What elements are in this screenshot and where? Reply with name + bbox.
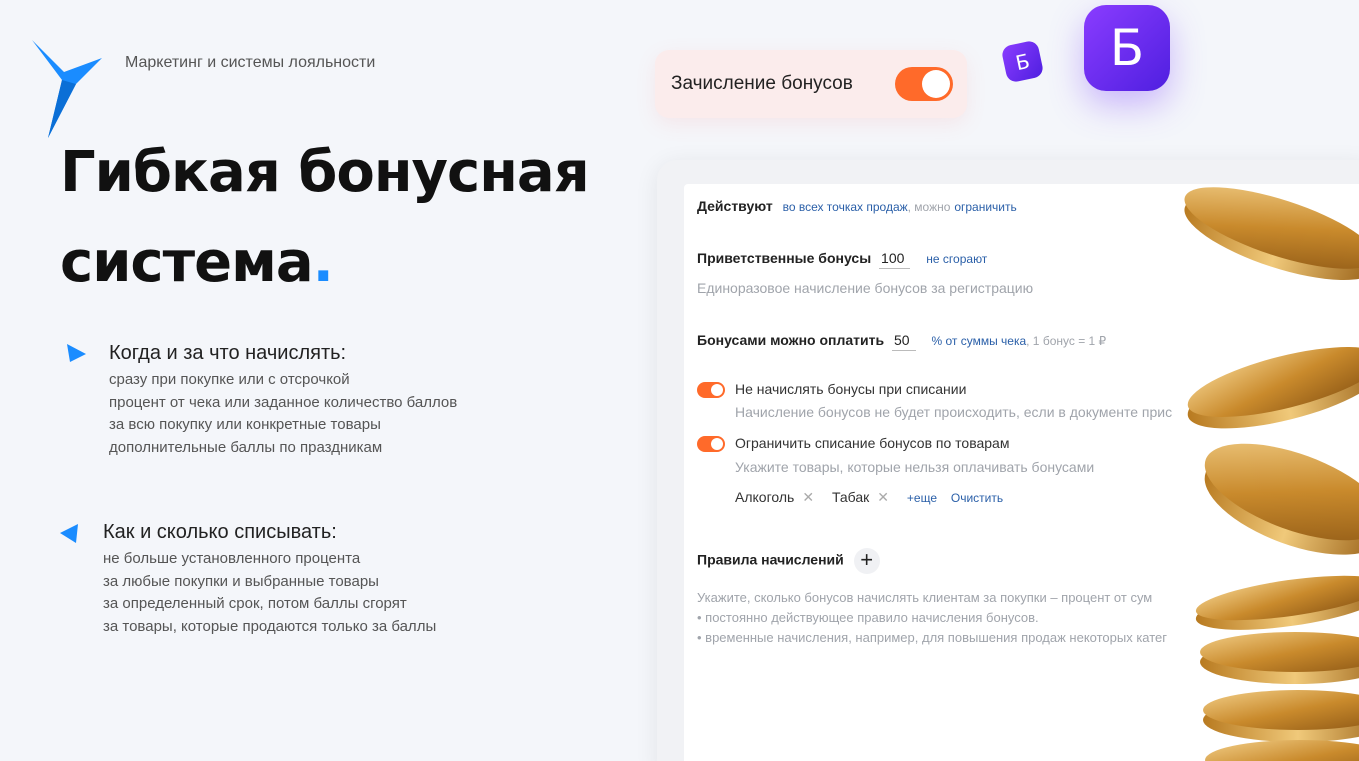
writeoff-line: за любые покупки и выбранные товары [103,572,379,590]
no-accrual-row: Не начислять бонусы при списании [697,381,967,399]
bonus-badge-small-icon: Б [1000,39,1045,84]
active-sep: , можно [907,200,951,214]
chip-label: Табак [831,489,870,505]
coin-icon [1205,740,1359,761]
pay-with-bonus-row: Бонусами можно оплатить 50 % от суммы че… [697,332,1106,351]
accrual-line: процент от чека или заданное количество … [109,393,458,411]
writeoff-title: Как и сколько списывать: [103,521,337,543]
coin-icon [1187,347,1359,429]
remove-chip-icon[interactable]: ✕ [802,489,814,505]
brand-tagline: Маркетинг и системы лояльности [125,54,376,71]
bonus-accrual-toggle[interactable] [895,67,953,101]
active-scope-row: Действуют во всех точках продаж, можно о… [697,198,1017,214]
bonus-rate: , 1 бонус = 1 ₽ [1026,334,1107,348]
more-chips-link[interactable]: +еще [907,491,937,505]
welcome-bonus-hint: Единоразовое начисление бонусов за регис… [697,280,1034,296]
accrual-title: Когда и за что начислять: [109,342,347,364]
restrict-link[interactable]: ограничить [954,200,1016,214]
coin-icon [1200,632,1359,684]
writeoff-line: не больше установленного процента [103,550,361,567]
clear-chips-link[interactable]: Очистить [951,491,1003,505]
active-label: Действуют [697,198,773,214]
pay-percent-suffix[interactable]: % от суммы чека [931,334,1026,348]
welcome-bonus-input[interactable]: 100 [879,250,911,269]
coin-icon [1184,187,1359,281]
limit-writeoff-toggle[interactable] [697,436,725,453]
welcome-bonus-label: Приветственные бонусы [697,250,872,266]
pay-percent-input[interactable]: 50 [891,332,916,351]
add-rule-button[interactable]: + [853,548,880,574]
triangle-bullet-icon [60,524,78,543]
page-title: Гибкая бонусная система. [60,128,590,308]
title-dot: . [312,230,334,295]
remove-chip-icon[interactable]: ✕ [877,489,889,505]
limit-writeoff-row: Ограничить списание бонусов по товарам [697,435,1010,453]
pay-with-bonus-label: Бонусами можно оплатить [697,332,885,348]
rules-bullet: • постоянно действующее правило начислен… [697,610,1039,625]
coin-icon [1204,443,1359,555]
no-expiry-link[interactable]: не сгорают [926,252,987,266]
excluded-products-row: Алкоголь ✕ Табак ✕ +еще Очистить [735,489,1003,506]
bonus-accrual-label: Зачисление бонусов [671,73,853,94]
coin-icon [1203,690,1359,742]
no-accrual-toggle[interactable] [697,382,725,399]
welcome-bonus-row: Приветственные бонусы 100 не сгорают [697,250,987,269]
rules-hint: Укажите, сколько бонусов начислять клиен… [697,590,1153,605]
accrual-line: за всю покупку или конкретные товары [109,416,381,433]
limit-writeoff-hint: Укажите товары, которые нельзя оплачиват… [735,459,1095,475]
accrual-block: Когда и за что начислять: сразу при поку… [109,342,457,459]
bonus-accrual-card: Зачисление бонусов [655,50,967,118]
no-accrual-hint: Начисление бонусов не будет происходить,… [735,404,1173,420]
triangle-bullet-icon [67,344,86,362]
coin-icon [1195,575,1359,630]
accrual-rules-row: Правила начислений + [697,548,880,574]
writeoff-block: Как и сколько списывать: не больше устан… [103,521,436,638]
accrual-line: сразу при покупке или с отсрочкой [109,371,350,388]
bird-logo-icon [32,40,102,138]
active-scope-link[interactable]: во всех точках продаж [783,200,908,214]
writeoff-line: за определенный срок, потом баллы сгорят [103,595,407,612]
title-line-2: система. [60,230,334,295]
bonus-badge-large-icon: Б [1084,5,1170,91]
accrual-line: дополнительные баллы по праздникам [109,438,383,456]
accrual-rules-label: Правила начислений [697,551,844,568]
limit-writeoff-label: Ограничить списание бонусов по товарам [735,435,1010,451]
title-line-1: Гибкая бонусная [60,140,590,205]
chip-label: Алкоголь [735,489,795,505]
writeoff-line: за товары, которые продаются только за б… [103,617,437,635]
no-accrual-label: Не начислять бонусы при списании [735,381,967,397]
gold-coins-decoration [1184,187,1359,761]
rules-bullet: • временные начисления, например, для по… [697,630,1168,645]
